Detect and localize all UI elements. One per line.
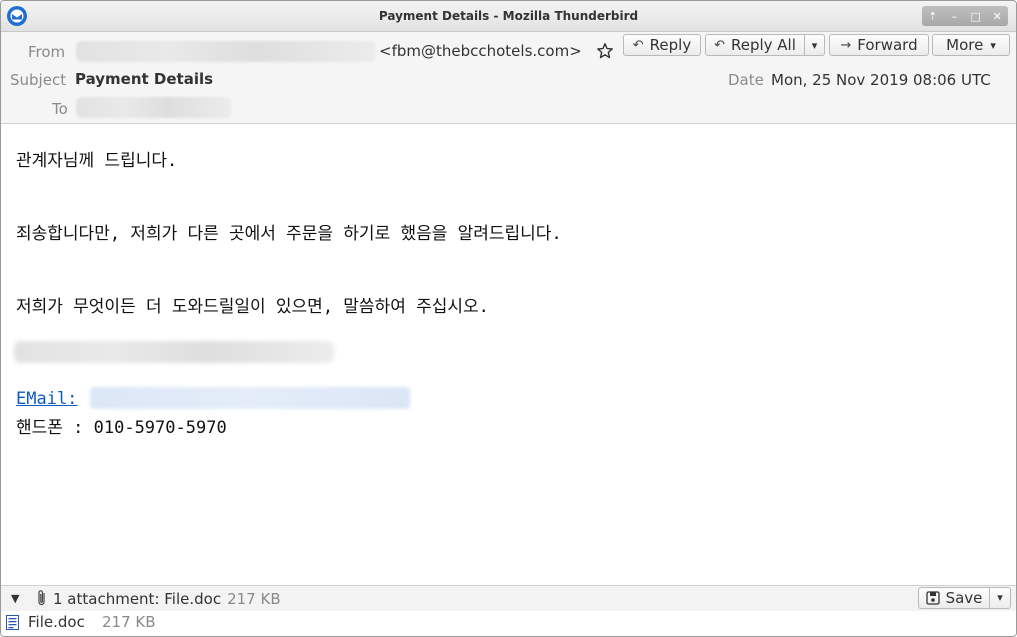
- save-dropdown[interactable]: ▾: [990, 587, 1011, 609]
- minimize-icon[interactable]: –: [945, 10, 963, 23]
- attachment-summary[interactable]: 1 attachment: File.doc 217 KB: [53, 590, 281, 608]
- message-line: 저희가 무엇이든 더 도와드릴일이 있으면, 말씀하여 주십시오.: [16, 297, 489, 317]
- email-link[interactable]: EMail:: [16, 389, 77, 409]
- from-address[interactable]: <fbm@thebcchotels.com>: [379, 42, 582, 60]
- keep-above-icon[interactable]: ⇡: [924, 10, 942, 23]
- phone-line: 핸드폰 : 010-5970-5970: [16, 418, 227, 438]
- date-label: Date: [728, 71, 764, 89]
- message-header: From <fbm@thebcchotels.com> ↶ Reply ↶ Repl…: [1, 32, 1016, 124]
- mail-window: Payment Details - Mozilla Thunderbird ⇡ …: [0, 0, 1017, 637]
- window-title: Payment Details - Mozilla Thunderbird: [378, 9, 639, 23]
- window-controls: ⇡ – □ ✕: [922, 6, 1008, 26]
- close-icon[interactable]: ✕: [988, 10, 1006, 23]
- email-line: EMail:: [16, 389, 77, 409]
- chevron-down-icon: ▾: [811, 38, 818, 52]
- save-icon: [925, 591, 940, 605]
- from-name-redacted: [76, 41, 376, 62]
- date-value: Mon, 25 Nov 2019 08:06 UTC: [771, 71, 991, 89]
- subject-value: Payment Details: [75, 70, 214, 88]
- to-label: To: [52, 100, 68, 118]
- maximize-icon[interactable]: □: [967, 10, 985, 23]
- title-bar: Payment Details - Mozilla Thunderbird ⇡ …: [1, 1, 1016, 32]
- from-label: From: [28, 43, 66, 61]
- attachment-bar: ▼ 1 attachment: File.doc 217 KB Save ▾: [1, 585, 1016, 612]
- reply-all-button[interactable]: ↶ Reply All: [705, 34, 805, 56]
- attachment-item[interactable]: File.doc 217 KB: [1, 611, 1016, 635]
- signature-redacted: [14, 341, 334, 363]
- subject-label: Subject: [10, 71, 67, 89]
- attachment-name: File.doc: [28, 613, 85, 631]
- message-line: 죄송합니다만, 저희가 다른 곳에서 주문을 하기로 했음을 알려드립니다.: [16, 224, 562, 244]
- save-button[interactable]: Save: [918, 587, 990, 609]
- attachment-size: 217 KB: [102, 613, 156, 631]
- paperclip-icon: [38, 590, 45, 606]
- chevron-down-icon: ▾: [997, 591, 1003, 604]
- reply-button[interactable]: ↶ Reply: [623, 34, 701, 56]
- expand-toggle-icon[interactable]: ▼: [11, 592, 19, 605]
- document-icon: [6, 615, 19, 630]
- email-address-redacted: [90, 387, 410, 409]
- more-button[interactable]: More ▾: [932, 34, 1010, 56]
- greeting-line: 관계자님께 드립니다.: [16, 151, 178, 171]
- reply-all-dropdown[interactable]: ▾: [805, 34, 825, 56]
- forward-icon: →: [840, 37, 852, 53]
- chevron-down-icon: ▾: [990, 38, 996, 52]
- forward-button[interactable]: → Forward: [829, 34, 929, 56]
- star-icon[interactable]: [596, 42, 614, 60]
- to-address-redacted: [76, 97, 231, 118]
- reply-all-icon: ↶: [714, 37, 725, 53]
- reply-icon: ↶: [632, 37, 644, 53]
